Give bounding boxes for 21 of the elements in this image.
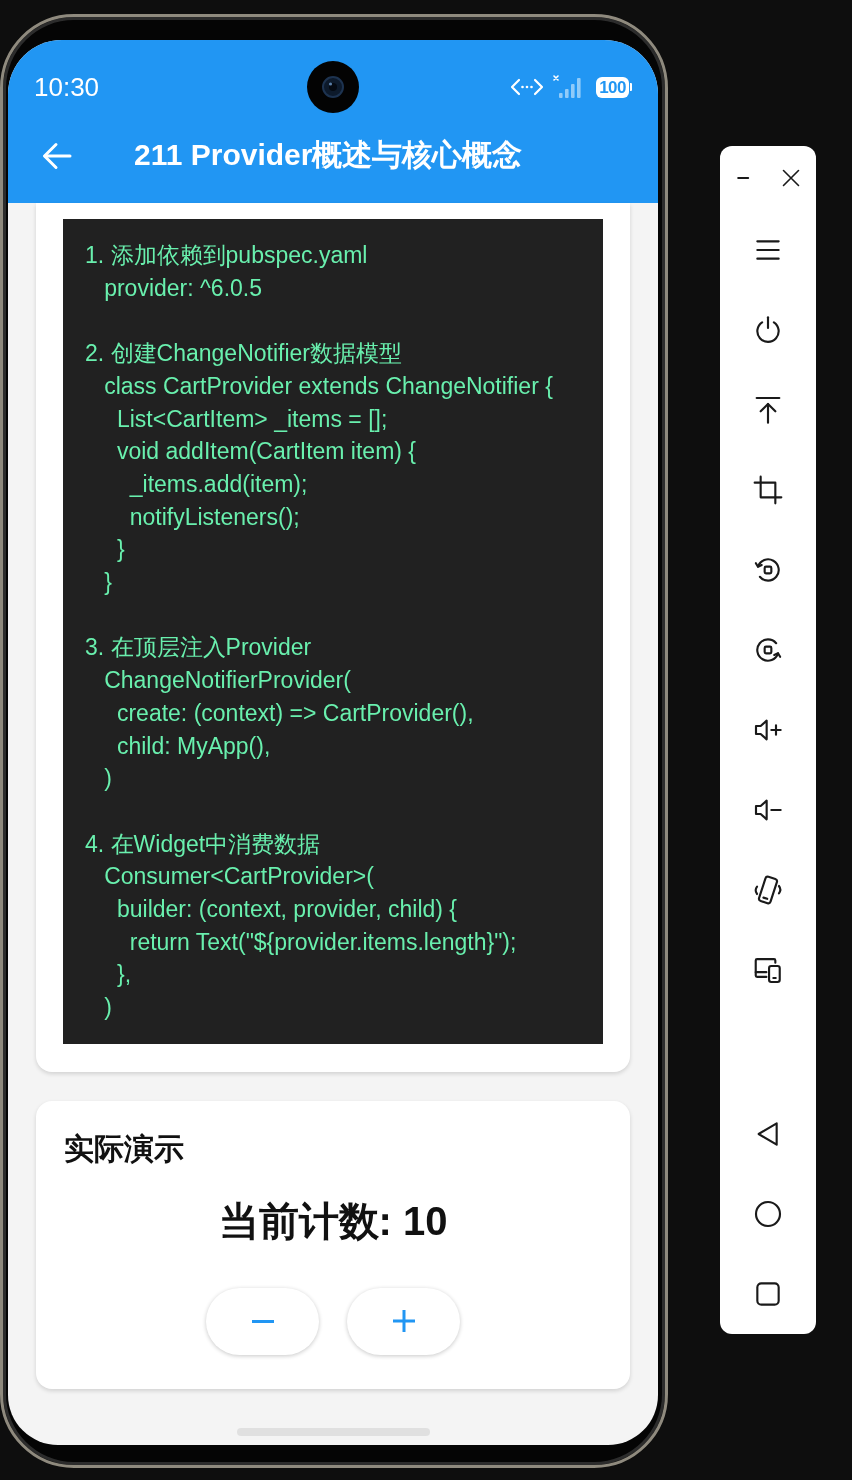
counter-text: 当前计数: 10: [218, 1197, 448, 1245]
crop-icon[interactable]: [752, 474, 784, 506]
step-heading: 4. 在Widget中消费数据: [85, 829, 322, 859]
home-icon[interactable]: [752, 1198, 784, 1230]
step-heading: 3. 在顶层注入Provider: [85, 633, 313, 663]
code-snippet: Consumer<CartProvider>( builder: (context, provider, child) { return Text("${provider.items.length}"); }, ): [103, 862, 518, 1023]
code-snippet: class CartProvider extends ChangeNotifier { List<CartItem> _items = []; void addItem(CartItem item) { _items.add(item); notifyListeners(); } }: [103, 371, 554, 597]
card-title: 实际演示: [64, 1130, 184, 1167]
shake-phone-icon[interactable]: [752, 874, 784, 906]
data-link-icon: [510, 77, 545, 97]
battery-indicator: 100: [596, 76, 632, 98]
minus-icon: [251, 1319, 274, 1323]
plus-icon: [392, 1310, 415, 1333]
step-heading: 2. 创建ChangeNotifier数据模型: [85, 339, 403, 369]
page-title: 211 Provider概述与核心概念: [134, 137, 523, 173]
camera-hole-icon: [307, 61, 359, 113]
status-time: 10:30: [34, 71, 100, 103]
code-snippet: ChangeNotifierProvider( create: (context) => CartProvider(), child: MyApp(), ): [103, 666, 475, 794]
step-heading: 1. 添加依赖到pubspec.yaml: [85, 241, 369, 270]
code-snippet: provider: ^6.0.5: [103, 273, 263, 303]
back-arrow-icon[interactable]: [42, 141, 72, 170]
